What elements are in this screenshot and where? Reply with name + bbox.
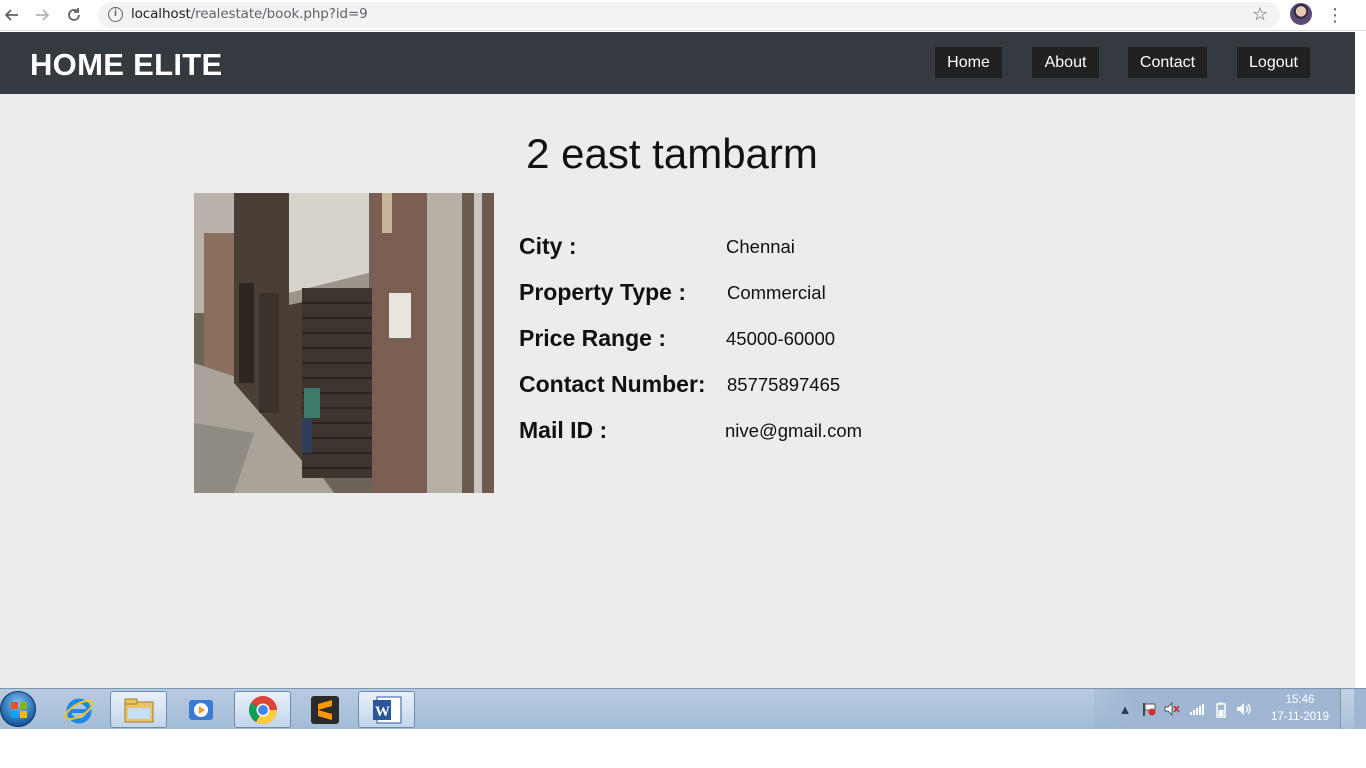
system-tray bbox=[1094, 689, 1366, 729]
url-text[interactable]: localhost/realestate/book.php?id=9 bbox=[131, 6, 368, 22]
chrome-icon[interactable] bbox=[234, 691, 291, 728]
word-icon[interactable]: W bbox=[358, 691, 415, 728]
tray-expand-icon[interactable]: ▲ bbox=[1117, 702, 1133, 718]
nav-about-link[interactable]: About bbox=[1032, 47, 1099, 78]
clock-date[interactable]: 17-11-2019 bbox=[1266, 711, 1334, 723]
site-info-icon[interactable]: i bbox=[108, 7, 123, 22]
svg-text:W: W bbox=[375, 704, 390, 720]
forward-arrow-icon[interactable] bbox=[30, 3, 54, 27]
os-taskbar: W ▲ 15:46 17-11-2019 bbox=[0, 688, 1366, 729]
browser-toolbar: i localhost/realestate/book.php?id=9 ☆ ⋮ bbox=[0, 0, 1366, 31]
network-signal-icon[interactable] bbox=[1189, 702, 1205, 718]
show-desktop-button[interactable] bbox=[1340, 689, 1354, 729]
mail-id-label: Mail ID : bbox=[519, 417, 608, 443]
site-navbar: HOME ELITE Home About Contact Logout bbox=[0, 32, 1355, 94]
url-path: /realestate/book.php?id=9 bbox=[190, 6, 368, 22]
property-title: 2 east tambarm bbox=[526, 130, 818, 177]
volume-muted-icon[interactable] bbox=[1164, 701, 1180, 718]
property-photo bbox=[194, 193, 494, 493]
city-label: City : bbox=[519, 233, 577, 259]
site-brand[interactable]: HOME ELITE bbox=[30, 47, 222, 83]
mail-id-value: nive@gmail.com bbox=[725, 420, 863, 441]
reload-icon[interactable] bbox=[62, 3, 86, 27]
sublime-text-icon[interactable] bbox=[296, 691, 353, 728]
clock-time[interactable]: 15:46 bbox=[1276, 694, 1324, 706]
screen-bottom-strip bbox=[0, 729, 1366, 768]
back-arrow-icon[interactable] bbox=[0, 3, 24, 27]
address-bar[interactable]: i localhost/realestate/book.php?id=9 bbox=[98, 2, 1280, 28]
file-explorer-icon[interactable] bbox=[110, 691, 167, 728]
contact-number-value: 85775897465 bbox=[727, 374, 841, 395]
media-player-icon[interactable] bbox=[172, 691, 229, 728]
property-type-label: Property Type : bbox=[519, 279, 686, 305]
nav-logout-link[interactable]: Logout bbox=[1237, 47, 1310, 78]
url-host: localhost bbox=[131, 6, 191, 22]
profile-avatar[interactable] bbox=[1290, 3, 1312, 25]
action-center-flag-icon[interactable] bbox=[1141, 702, 1157, 718]
nav-contact-link[interactable]: Contact bbox=[1128, 47, 1207, 78]
nav-home-link[interactable]: Home bbox=[935, 47, 1002, 78]
speaker-icon[interactable] bbox=[1236, 702, 1252, 718]
main-content: 2 east tambarm City: Chennai Property T… bbox=[0, 94, 1355, 688]
battery-icon[interactable] bbox=[1213, 702, 1229, 718]
price-range-label: Price Range : bbox=[519, 325, 666, 351]
contact-number-label: Contact Number: bbox=[519, 371, 706, 397]
internet-explorer-icon[interactable] bbox=[50, 691, 107, 728]
property-type-value: Commercial bbox=[727, 282, 826, 303]
bookmark-star-icon[interactable]: ☆ bbox=[1252, 4, 1268, 25]
start-orb[interactable] bbox=[0, 691, 36, 727]
price-range-value: 45000-60000 bbox=[726, 328, 836, 349]
page-scrollbar[interactable] bbox=[1355, 32, 1366, 688]
menu-kebab-icon[interactable]: ⋮ bbox=[1326, 3, 1344, 27]
city-value: Chennai bbox=[726, 236, 795, 257]
